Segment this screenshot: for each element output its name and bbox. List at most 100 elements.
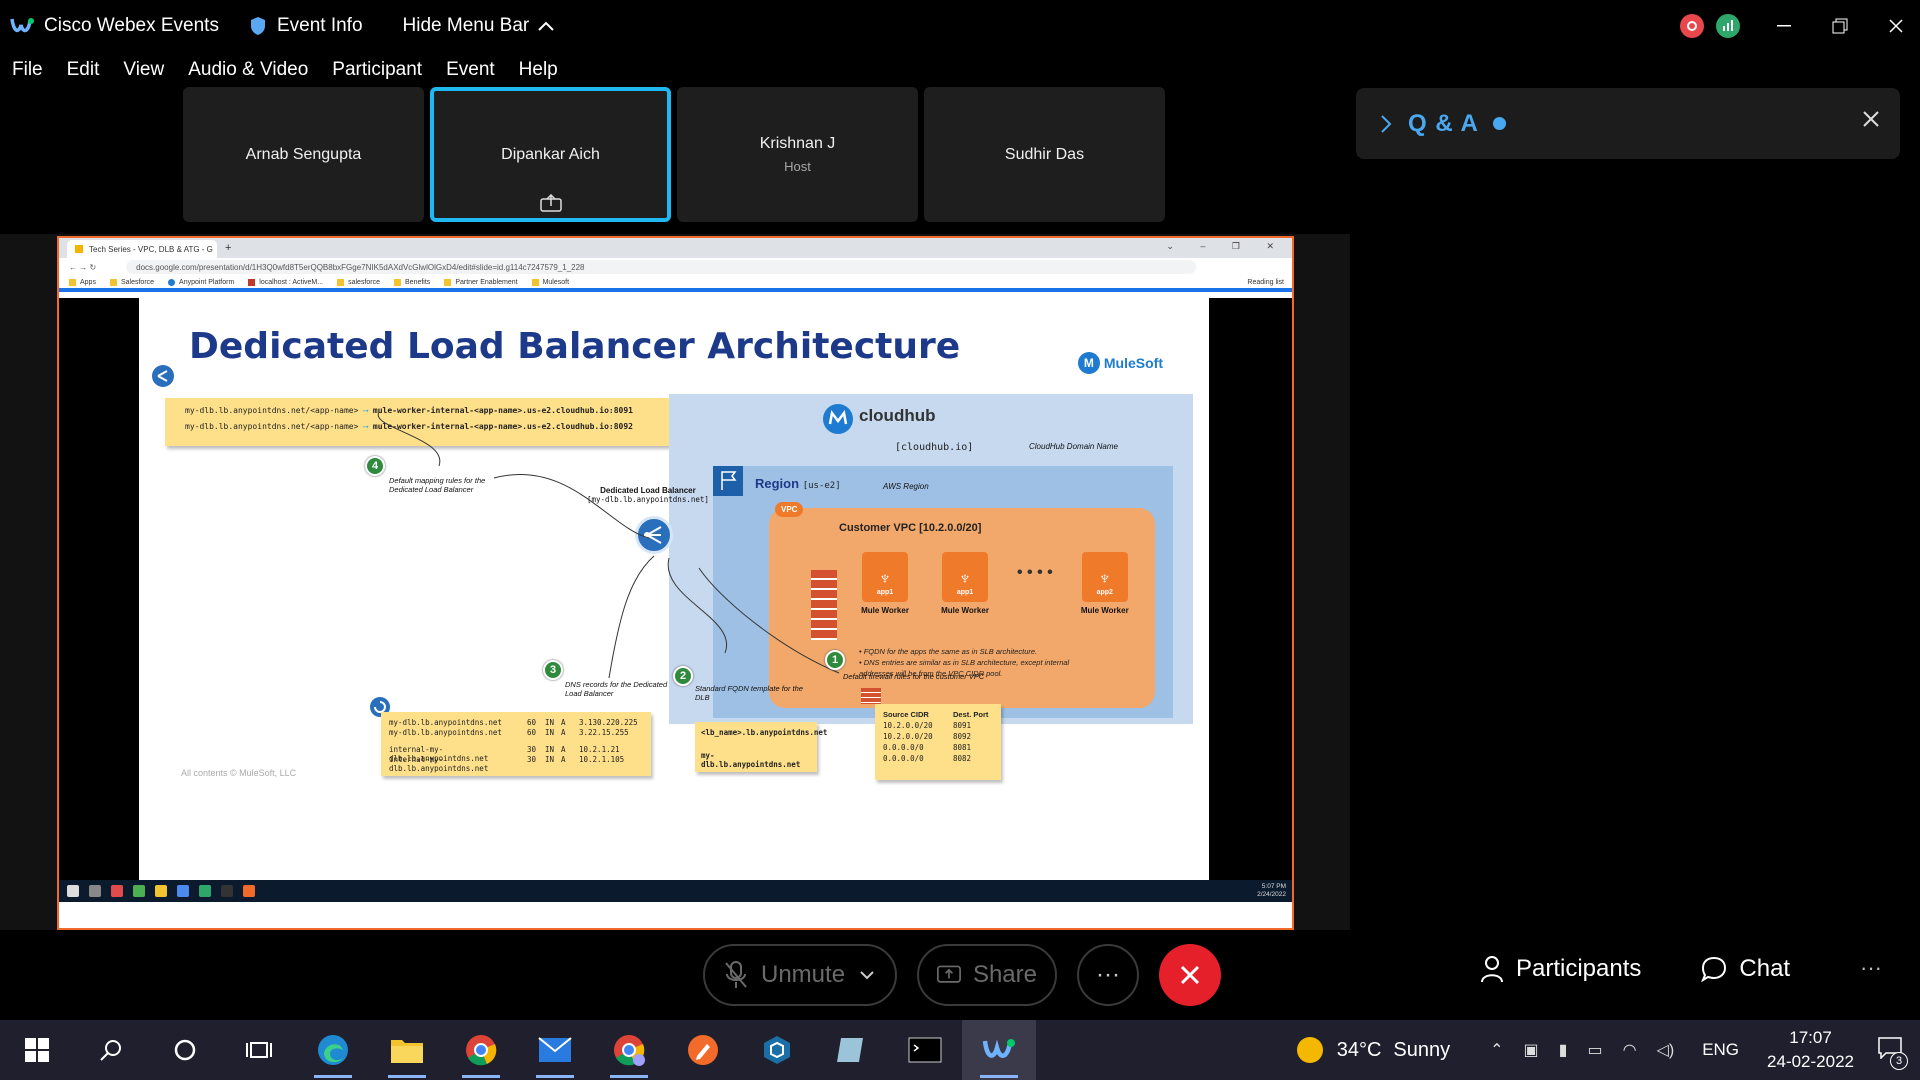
fqdn-template-card: <lb_name>.lb.anypointdns.net my-dlb.lb.a… (695, 722, 827, 772)
notification-count: 3 (1890, 1051, 1908, 1070)
bookmark[interactable]: Benefits (394, 278, 430, 286)
taskbar-edge[interactable] (296, 1020, 370, 1080)
more-options-button[interactable]: ··· (1077, 944, 1139, 1006)
notes-app-icon (837, 1038, 863, 1062)
vpc-badge: VPC (775, 502, 804, 517)
taskbar-mail[interactable] (518, 1020, 592, 1080)
menu-audio-video[interactable]: Audio & Video (188, 59, 308, 81)
bookmark[interactable]: localhost : ActiveM... (248, 278, 323, 286)
volume-icon[interactable]: ◁) (1657, 1040, 1675, 1060)
menu-view[interactable]: View (123, 59, 164, 81)
recording-indicator-icon[interactable] (1680, 14, 1704, 38)
close-icon[interactable] (1862, 110, 1880, 128)
webex-logo-icon (10, 18, 34, 33)
cortana-icon (174, 1039, 196, 1061)
menu-event[interactable]: Event (446, 59, 495, 81)
taskbar-file-explorer[interactable] (370, 1020, 444, 1080)
cube-app-icon (764, 1036, 790, 1064)
hide-menu-bar-button[interactable]: Hide Menu Bar (403, 15, 556, 37)
microphone-icon[interactable]: ▮ (1559, 1040, 1568, 1060)
region-title: Region [us-e2] (755, 476, 841, 491)
close-window-button[interactable] (1872, 6, 1920, 46)
bookmark[interactable]: Apps (69, 278, 96, 286)
shared-screen: Tech Series - VPC, DLB & ATG - G + ⌄ – ❐… (57, 236, 1294, 930)
chevron-right-icon[interactable] (1380, 114, 1392, 134)
start-button[interactable] (0, 1020, 74, 1080)
load-balancer-icon (635, 516, 673, 554)
restore-button[interactable] (1816, 6, 1864, 46)
show-hidden-icons[interactable]: ⌃ (1490, 1040, 1503, 1060)
taskbar-terminal[interactable] (888, 1020, 962, 1080)
taskbar-app[interactable] (666, 1020, 740, 1080)
browser-tab[interactable]: Tech Series - VPC, DLB & ATG - G (67, 240, 217, 258)
bookmark[interactable]: Salesforce (109, 278, 154, 286)
shield-icon (250, 17, 265, 35)
search-button[interactable] (74, 1020, 148, 1080)
reading-list-button[interactable]: Reading list (1247, 279, 1284, 286)
task-view-button[interactable] (222, 1020, 296, 1080)
app-icon (111, 885, 123, 897)
share-button[interactable]: Share (917, 944, 1057, 1006)
cortana-button[interactable] (148, 1020, 222, 1080)
mule-worker: ♆ app1 Mule Worker (857, 552, 913, 615)
fw-row: 0.0.0.0/0 8082 (883, 754, 972, 763)
battery-icon[interactable]: ▭ (1587, 1040, 1602, 1060)
mule-workers: ♆ app1 Mule Worker ♆ app1 Mule Worker • • … (857, 552, 1133, 615)
app-title: Cisco Webex Events (10, 15, 219, 37)
participant-tile-active-speaker[interactable]: Dipankar Aich (430, 87, 671, 222)
dns-record-row: my-dlb.lb.anypointdns.net 60 IN A 3.22.15.25… (389, 727, 629, 737)
browser-address-bar: ← → ↻ docs.google.com/presentation/d/1H3… (59, 258, 1292, 276)
input-language[interactable]: ENG (1702, 1040, 1739, 1060)
taskbar-app[interactable] (814, 1020, 888, 1080)
slide-area: Dedicated Load Balancer Architecture M M… (59, 298, 1292, 902)
taskbar-chrome-profile[interactable] (592, 1020, 666, 1080)
participant-tile[interactable]: Krishnan J Host (677, 87, 918, 222)
weather-widget[interactable]: 34°C Sunny (1296, 1037, 1450, 1063)
wifi-icon[interactable]: ◠ (1623, 1040, 1637, 1060)
url-field[interactable]: docs.google.com/presentation/d/1H3Q0wfd8… (126, 260, 1197, 274)
clock-time: 17:07 (1789, 1028, 1832, 1047)
menu-file[interactable]: File (12, 59, 43, 81)
bookmark[interactable]: Anypoint Platform (168, 278, 234, 286)
aws-region-label: AWS Region (883, 482, 929, 491)
bookmark[interactable]: Mulesoft (531, 278, 569, 286)
notifications-button[interactable]: 3 (1878, 1036, 1908, 1070)
system-clock[interactable]: 17:07 24-02-2022 (1767, 1026, 1854, 1074)
participant-tile[interactable]: Arnab Sengupta (183, 87, 424, 222)
menu-help[interactable]: Help (519, 59, 558, 81)
firewall-icon (811, 570, 837, 640)
temperature: 34°C (1336, 1038, 1382, 1061)
new-tab-icon[interactable]: + (225, 242, 231, 254)
dns-record-row: internal-my-dlb.lb.anypointdns.net 30 IN A 1… (389, 754, 625, 773)
firewall-small-icon (861, 688, 881, 704)
cloudhub-domain-label: CloudHub Domain Name (1029, 442, 1118, 451)
overflow-menu-button[interactable]: ··· (1860, 955, 1882, 981)
nav-arrows-icon[interactable]: ← → ↻ (69, 263, 96, 272)
event-info-button[interactable]: Event Info (249, 15, 363, 37)
mule-worker: ♆ app1 Mule Worker (937, 552, 993, 615)
qa-panel[interactable]: Q & A (1356, 88, 1900, 159)
taskbar-chrome[interactable] (444, 1020, 518, 1080)
participants-button[interactable]: Participants (1480, 955, 1641, 983)
fqdn-example: my-dlb.lb.anypointdns.net (701, 751, 801, 769)
network-health-icon[interactable] (1716, 14, 1740, 38)
mule-app-icon: ♆ app1 (942, 552, 988, 602)
leave-meeting-button[interactable] (1159, 944, 1221, 1006)
region-flag-icon (713, 466, 743, 496)
chevron-down-icon[interactable] (859, 970, 875, 980)
taskbar-app[interactable] (740, 1020, 814, 1080)
title-bar: Cisco Webex Events Event Info Hide Menu … (0, 0, 1920, 52)
bookmark[interactable]: salesforce (337, 278, 380, 286)
minimize-button[interactable] (1760, 6, 1808, 46)
menu-participant[interactable]: Participant (332, 59, 422, 81)
unmute-button[interactable]: Unmute (703, 944, 897, 1006)
shared-clock: 5:07 PM 2/24/2022 (1257, 883, 1286, 898)
search-icon (100, 1040, 121, 1061)
meet-now-icon[interactable]: ▣ (1524, 1040, 1539, 1060)
taskbar-webex[interactable] (962, 1020, 1036, 1080)
dns-record-row: internal-my-dlb.lb.anypointdns.net 30 IN A 1… (389, 745, 620, 763)
participant-tile[interactable]: Sudhir Das (924, 87, 1165, 222)
chat-button[interactable]: Chat (1701, 955, 1790, 983)
bookmark[interactable]: Partner Enablement (444, 278, 518, 286)
menu-edit[interactable]: Edit (67, 59, 100, 81)
